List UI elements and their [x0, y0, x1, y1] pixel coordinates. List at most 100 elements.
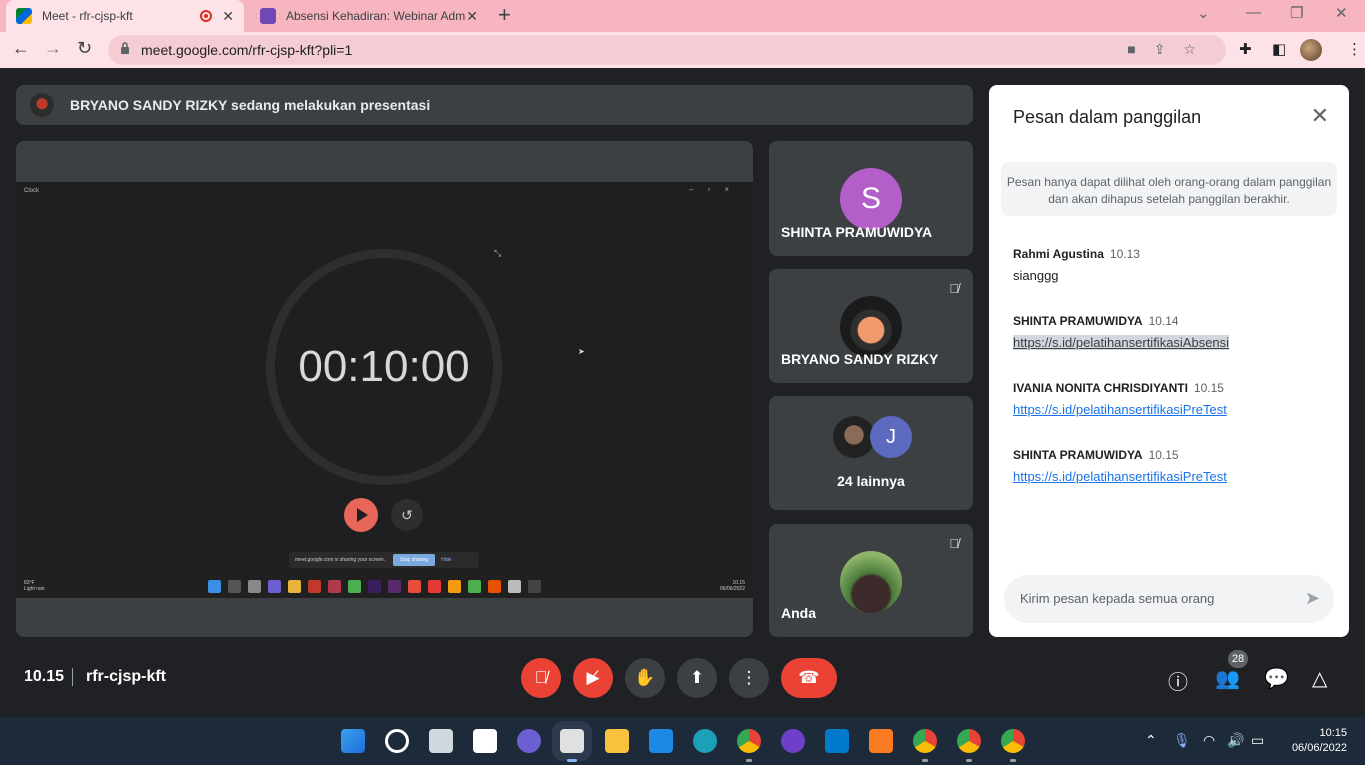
- message-sender: SHINTA PRAMUWIDYA: [1013, 448, 1143, 462]
- shared-screen: Clock –▫× 00:10:00 ⤡ ➤ ↺ meet.google.com…: [16, 182, 753, 598]
- message-time: 10.13: [1109, 247, 1140, 261]
- reload-icon[interactable]: ↻: [77, 38, 92, 59]
- chrome-profile-icon[interactable]: [913, 729, 937, 753]
- present-button[interactable]: ⬆: [677, 658, 717, 698]
- xampp-icon[interactable]: [869, 729, 893, 753]
- participant-tile-shinta[interactable]: S SHINTA PRAMUWIDYA: [769, 141, 973, 256]
- message-sender: IVANIA NONITA CHRISDIYANTI: [1013, 381, 1188, 395]
- windows-start-icon[interactable]: [341, 729, 365, 753]
- activities-icon[interactable]: △: [1312, 666, 1327, 691]
- camera-off-button[interactable]: ▶̸: [573, 658, 613, 698]
- omnibox-actions[interactable]: ■⇪☆: [1127, 41, 1214, 58]
- chrome-profile-icon[interactable]: [957, 729, 981, 753]
- message-time: 10.14: [1148, 314, 1179, 328]
- forward-icon[interactable]: →: [44, 38, 62, 59]
- close-icon[interactable]: ✕: [1311, 103, 1329, 129]
- chat-message: SHINTA PRAMUWIDYA 10.14 https://s.id/pela…: [1013, 312, 1333, 352]
- mic-off-icon: 🎙̸: [949, 281, 959, 296]
- participant-tile-self[interactable]: 🎙̸ Anda: [769, 524, 973, 637]
- hand-icon: ✋: [634, 668, 656, 687]
- info-icon[interactable]: ⓘ: [1168, 666, 1188, 695]
- microphone-icon[interactable]: 🎙: [1173, 732, 1191, 749]
- avatar: S: [840, 168, 902, 230]
- participant-name: SHINTA PRAMUWIDYA: [781, 224, 933, 240]
- presenting-text: BRYANO SANDY RIZKY sedang melakukan pres…: [70, 97, 431, 113]
- volume-icon[interactable]: 🔊: [1227, 732, 1244, 749]
- meeting-code: rfr-cjsp-kft: [86, 668, 167, 685]
- chat-icon[interactable]: 💬: [1264, 666, 1289, 691]
- message-link[interactable]: https://s.id/pelatihansertifikasiAbsensi: [1013, 335, 1230, 350]
- hide-label: Hide: [441, 557, 452, 563]
- app-indicator: [922, 759, 928, 762]
- windows-taskbar: ⌃ 🎙 ◠ 🔊 ▭ 10:15 06/06/2022: [0, 717, 1365, 765]
- extensions-icon[interactable]: ✚: [1239, 40, 1252, 58]
- more-options-button[interactable]: ⋮: [729, 658, 769, 698]
- tab-meet[interactable]: Meet - rfr-cjsp-kft ✕: [6, 0, 244, 32]
- new-tab-icon[interactable]: +: [498, 4, 511, 26]
- shared-taskbar-apps: [208, 580, 541, 593]
- edge-icon[interactable]: [693, 729, 717, 753]
- presenting-banner: BRYANO SANDY RIZKY sedang melakukan pres…: [16, 85, 973, 125]
- github-desktop-icon[interactable]: [781, 729, 805, 753]
- send-icon[interactable]: ➤: [1305, 588, 1320, 609]
- menu-icon[interactable]: ⋮: [1347, 40, 1362, 58]
- chat-input-placeholder: Kirim pesan kepada semua orang: [1020, 591, 1215, 606]
- file-explorer-icon[interactable]: [605, 729, 629, 753]
- minimize-icon[interactable]: —: [1246, 4, 1261, 21]
- wifi-icon[interactable]: ◠: [1203, 732, 1215, 749]
- participant-tile-bryano[interactable]: 🎙̸ BRYANO SANDY RIZKY: [769, 269, 973, 383]
- mic-off-button[interactable]: 🎙̸: [521, 658, 561, 698]
- end-call-icon: ☎: [798, 668, 820, 687]
- chrome-profile-icon[interactable]: [1001, 729, 1025, 753]
- url-text: meet.google.com/rfr-cjsp-kft?pli=1: [141, 42, 353, 58]
- profile-avatar[interactable]: [1300, 39, 1322, 61]
- people-icon[interactable]: 👥: [1215, 666, 1240, 691]
- vscode-icon[interactable]: [825, 729, 849, 753]
- taskbar-time: 10:15: [1319, 727, 1347, 739]
- meeting-time: 10.15: [24, 668, 65, 685]
- chrome-icon[interactable]: [737, 729, 761, 753]
- search-icon[interactable]: [385, 729, 409, 753]
- chat-input[interactable]: Kirim pesan kepada semua orang ➤: [1004, 575, 1334, 623]
- stop-sharing-label: Stop sharing: [393, 554, 436, 566]
- google-forms-icon: [260, 8, 276, 24]
- battery-icon[interactable]: ▭: [1251, 732, 1264, 749]
- tab-title: Absensi Kehadiran: Webinar Adm: [286, 9, 466, 23]
- widgets-icon[interactable]: [473, 729, 497, 753]
- shared-date: 06/06/2022: [719, 586, 745, 592]
- mail-icon[interactable]: [649, 729, 673, 753]
- close-tab-icon[interactable]: ✕: [222, 8, 234, 25]
- close-tab-icon[interactable]: ✕: [466, 8, 478, 25]
- task-view-icon[interactable]: [429, 729, 453, 753]
- avatar: [833, 416, 875, 458]
- leave-call-button[interactable]: ☎: [781, 658, 837, 698]
- app-indicator: [1010, 759, 1016, 762]
- back-icon[interactable]: ←: [12, 38, 30, 59]
- collapse-icon: ⤡: [494, 248, 502, 258]
- message-link[interactable]: https://s.id/pelatihansertifikasiPreTest: [1013, 402, 1227, 417]
- close-window-icon[interactable]: ✕: [1335, 4, 1348, 22]
- browser-toolbar: ← → ↻ meet.google.com/rfr-cjsp-kft?pli=1…: [0, 32, 1365, 68]
- snipping-tool-icon[interactable]: [560, 729, 584, 753]
- message-sender: SHINTA PRAMUWIDYA: [1013, 314, 1143, 328]
- address-bar[interactable]: meet.google.com/rfr-cjsp-kft?pli=1 ■⇪☆: [108, 35, 1226, 65]
- timer-display: 00:10:00: [298, 342, 470, 391]
- shared-taskbar: 83°F Light rain 10.15 06/06/2022: [16, 576, 753, 598]
- more-vert-icon: ⋮: [740, 668, 758, 687]
- tab-search-icon[interactable]: ⌄: [1197, 4, 1210, 22]
- mouse-cursor-icon: ➤: [578, 347, 585, 356]
- taskbar-clock[interactable]: 10:15 06/06/2022: [1292, 726, 1347, 756]
- teams-chat-icon[interactable]: [517, 729, 541, 753]
- reset-icon: ↺: [391, 499, 423, 531]
- tab-absensi[interactable]: Absensi Kehadiran: Webinar Adm ✕: [250, 0, 488, 32]
- side-panel-icon[interactable]: ◧: [1272, 40, 1286, 58]
- participant-tile-others[interactable]: J 24 lainnya: [769, 396, 973, 510]
- message-link[interactable]: https://s.id/pelatihansertifikasiPreTest: [1013, 469, 1227, 484]
- raise-hand-button[interactable]: ✋: [625, 658, 665, 698]
- chat-panel: Pesan dalam panggilan ✕ Pesan hanya dapa…: [989, 85, 1349, 637]
- participant-count-badge: 28: [1228, 650, 1248, 668]
- show-hidden-icons-icon[interactable]: ⌃: [1145, 732, 1157, 749]
- restore-icon[interactable]: ❐: [1290, 4, 1303, 22]
- participant-name: BRYANO SANDY RIZKY: [781, 351, 939, 367]
- recording-icon: [200, 10, 213, 22]
